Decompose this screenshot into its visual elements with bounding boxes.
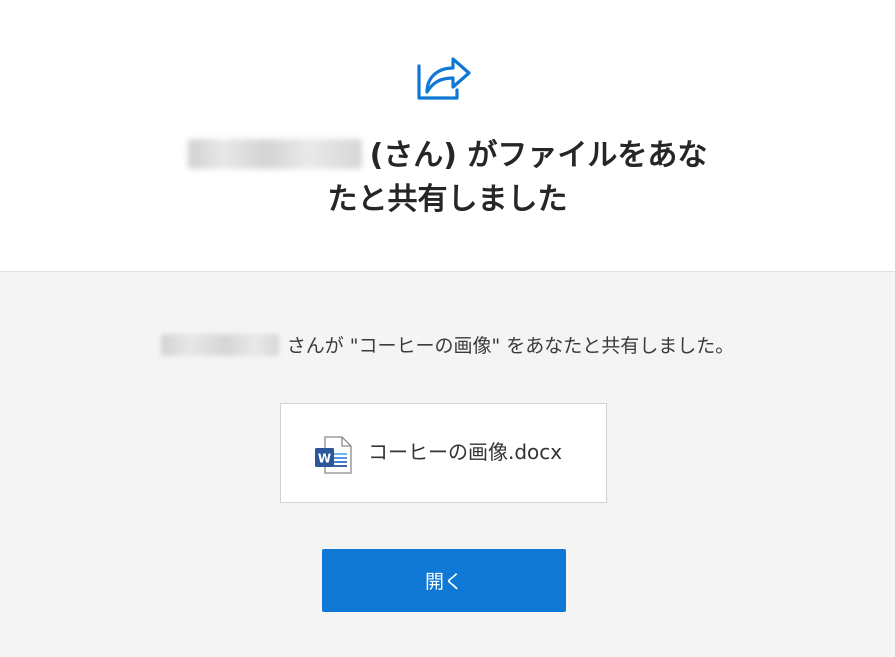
word-document-icon: W — [315, 436, 352, 474]
header-section: (さん) がファイルをあな たと共有しました — [0, 0, 895, 272]
title-line-1-text: (さん) がファイルをあな — [369, 138, 708, 173]
page-title: (さん) がファイルをあな たと共有しました — [0, 134, 895, 222]
title-line-1: (さん) がファイルをあな — [0, 134, 895, 178]
open-button[interactable]: 開く — [322, 549, 566, 612]
content-section: さんが "コーヒーの画像" をあなたと共有しました。 W コーヒーの画像.doc… — [0, 272, 895, 657]
sender-name-redacted — [187, 138, 362, 169]
share-message: さんが "コーヒーの画像" をあなたと共有しました。 — [0, 332, 895, 360]
share-notification-card: (さん) がファイルをあな たと共有しました さんが "コーヒーの画像" をあな… — [0, 0, 895, 657]
file-name[interactable]: コーヒーの画像.docx — [368, 438, 562, 466]
share-icon — [417, 57, 471, 100]
svg-text:W: W — [318, 452, 331, 466]
sender-name-redacted-small — [160, 333, 279, 356]
share-message-text: さんが "コーヒーの画像" をあなたと共有しました。 — [286, 335, 735, 357]
title-line-2: たと共有しました — [327, 182, 568, 217]
shared-file-card[interactable]: W コーヒーの画像.docx — [280, 403, 607, 503]
